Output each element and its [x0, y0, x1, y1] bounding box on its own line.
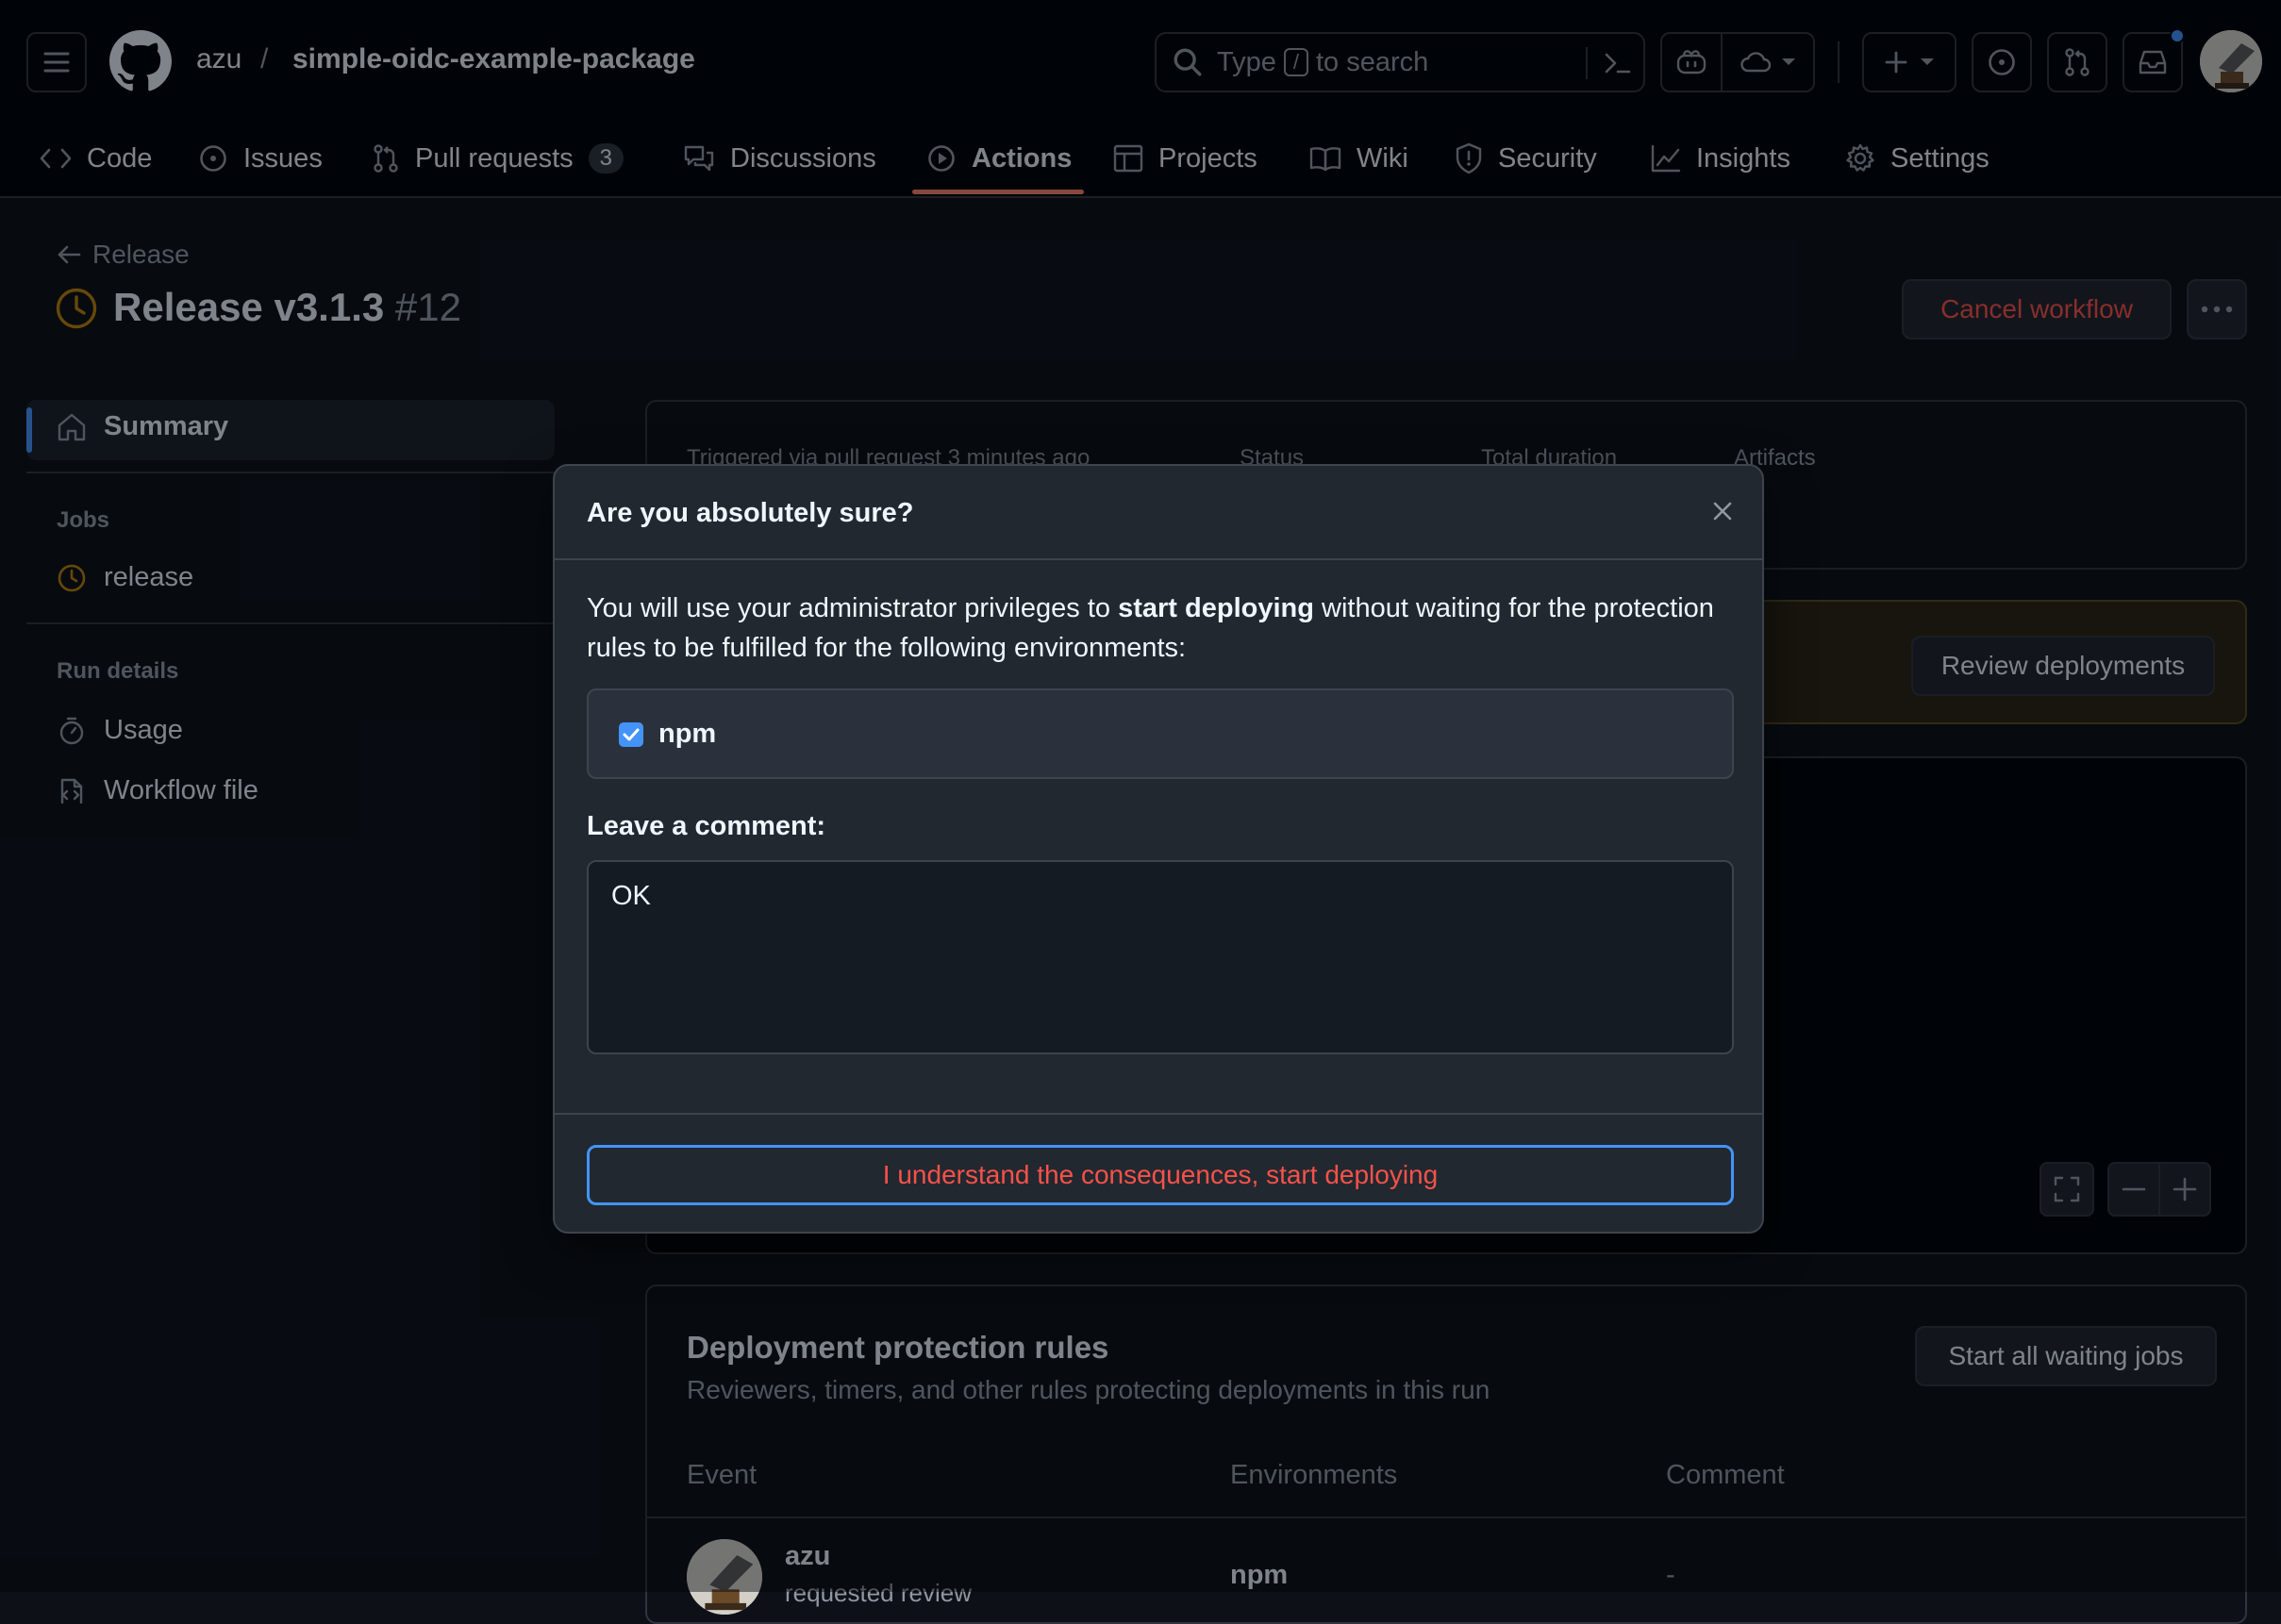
dialog-message: You will use your administrator privileg…: [587, 588, 1738, 668]
confirm-deploy-dialog: Are you absolutely sure? You will use yo…: [553, 464, 1764, 1234]
confirm-start-deploying-button[interactable]: I understand the consequences, start dep…: [587, 1145, 1734, 1205]
dialog-header-divider: [555, 558, 1762, 560]
environment-label: npm: [658, 719, 717, 749]
environment-checkbox[interactable]: [619, 722, 643, 747]
dialog-message-prefix: You will use your administrator privileg…: [587, 593, 1119, 623]
comment-label: Leave a comment:: [587, 811, 826, 841]
close-dialog-button[interactable]: [1704, 492, 1741, 530]
comment-textarea[interactable]: OK: [587, 860, 1734, 1054]
dialog-message-emphasis: start deploying: [1118, 593, 1314, 623]
close-icon: [1713, 502, 1732, 521]
check-icon: [623, 728, 640, 741]
dialog-footer-divider: [555, 1113, 1762, 1115]
dialog-title: Are you absolutely sure?: [587, 498, 914, 528]
environment-option[interactable]: npm: [587, 688, 1734, 779]
